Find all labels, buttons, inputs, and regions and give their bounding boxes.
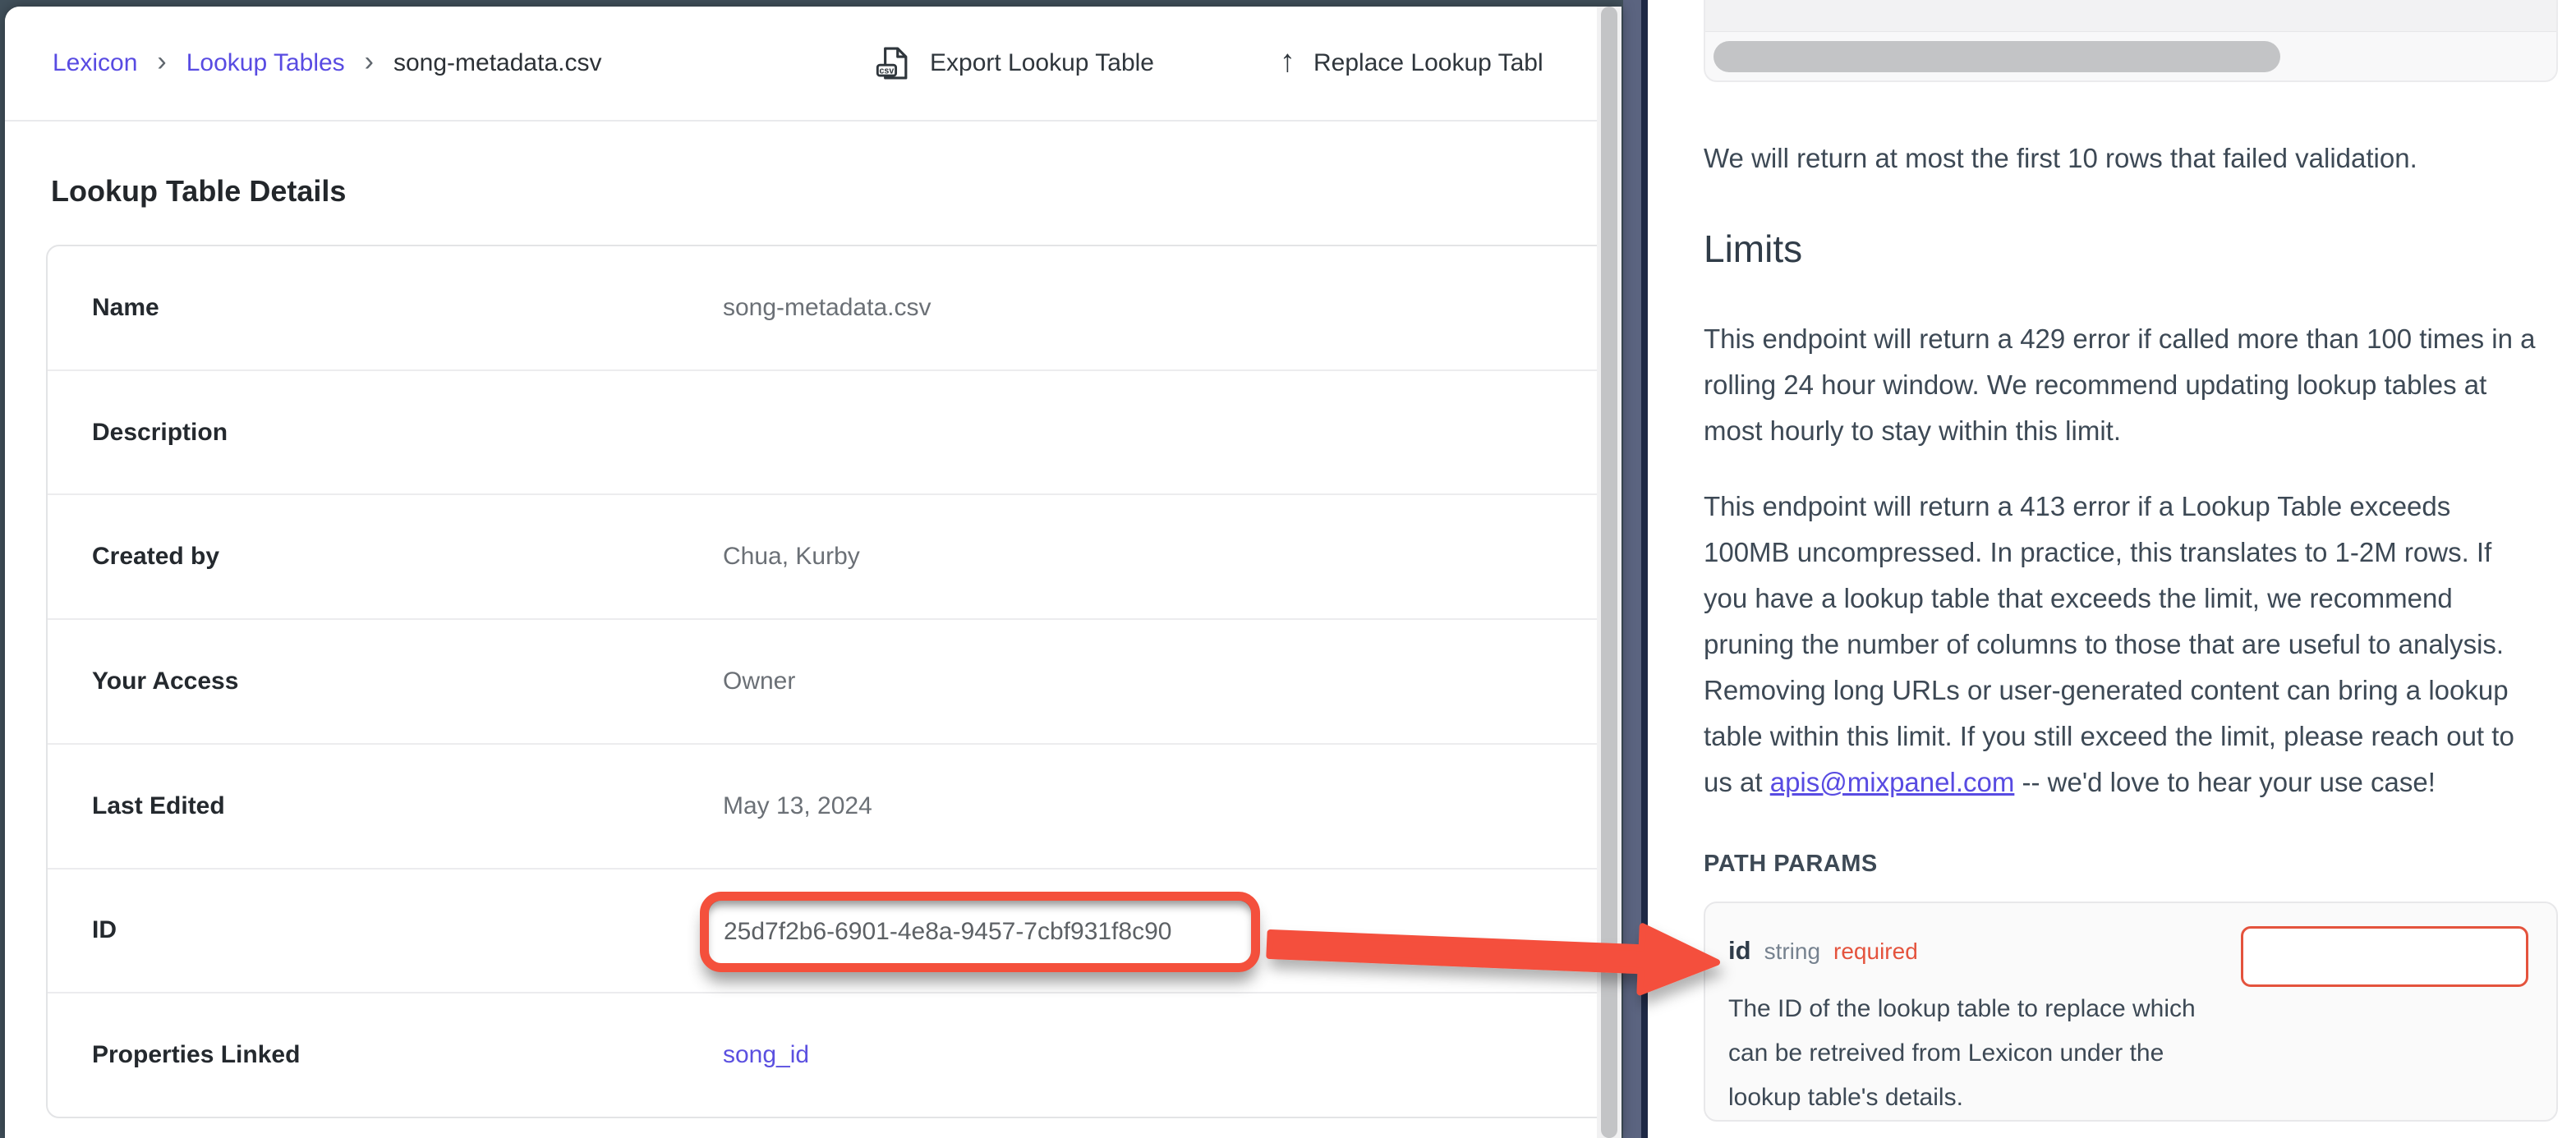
- horizontal-scrollbar-thumb[interactable]: [1714, 41, 2280, 72]
- row-value: May 13, 2024: [723, 792, 872, 820]
- table-row-properties-linked: Properties Linked song_id: [48, 993, 1622, 1117]
- breadcrumb-lookup-tables-link[interactable]: Lookup Tables: [186, 49, 345, 77]
- table-row-your-access: Your Access Owner: [48, 620, 1622, 745]
- desktop-gap-strip: [1623, 0, 1641, 1138]
- scroll-container-top-band: [1705, 0, 2556, 32]
- table-row-name: Name song-metadata.csv: [48, 246, 1622, 371]
- api-docs-window: We will return at most the first 10 rows…: [1648, 0, 2576, 1138]
- row-value: Chua, Kurby: [723, 543, 860, 571]
- lookup-table-details-card: Name song-metadata.csv Description Creat…: [46, 245, 1622, 1118]
- upload-arrow-icon: ↑: [1280, 44, 1295, 80]
- export-button-label: Export Lookup Table: [930, 49, 1154, 77]
- row-label: Your Access: [92, 668, 238, 695]
- csv-file-icon: csv: [874, 44, 912, 82]
- limits-heading: Limits: [1704, 227, 1802, 271]
- desktop: { "left_window": { "breadcrumb": { "sepa…: [0, 0, 2576, 1138]
- breadcrumb: Lexicon › Lookup Tables › song-metadata.…: [53, 7, 601, 120]
- header-divider: [5, 120, 1622, 122]
- replace-button-label: Replace Lookup Tabl: [1313, 49, 1543, 77]
- song-id-property-link[interactable]: song_id: [723, 1041, 809, 1069]
- limits-paragraph-413-tail: -- we'd love to hear your use case!: [2014, 767, 2436, 797]
- param-name-row: id string required: [1728, 936, 1918, 966]
- param-description: The ID of the lookup table to replace wh…: [1728, 987, 2221, 1120]
- apis-mixpanel-email-link[interactable]: apis@mixpanel.com: [1770, 767, 2015, 797]
- id-highlight-box: 25d7f2b6-6901-4e8a-9457-7cbf931f8c90: [700, 892, 1260, 972]
- breadcrumb-current-file: song-metadata.csv: [393, 49, 601, 77]
- table-row-created-by: Created by Chua, Kurby: [48, 495, 1622, 620]
- vertical-scrollbar-thumb[interactable]: [1601, 7, 1617, 1138]
- row-label: Last Edited: [92, 792, 225, 820]
- vertical-scrollbar-track: [1597, 7, 1622, 1138]
- row-value: Owner: [723, 668, 795, 695]
- row-label: Created by: [92, 543, 219, 571]
- param-required-badge: required: [1833, 938, 1918, 965]
- id-value: 25d7f2b6-6901-4e8a-9457-7cbf931f8c90: [709, 901, 1251, 963]
- row-label: Name: [92, 294, 159, 322]
- code-sample-scroll-container: [1704, 0, 2558, 82]
- row-label: Description: [92, 419, 228, 447]
- id-param-input[interactable]: [2241, 926, 2528, 987]
- breadcrumb-lexicon-link[interactable]: Lexicon: [53, 49, 137, 77]
- row-label: ID: [92, 916, 117, 944]
- param-name: id: [1728, 936, 1751, 966]
- export-lookup-table-button[interactable]: csv Export Lookup Table: [874, 7, 1154, 120]
- limits-paragraph-429: This endpoint will return a 429 error if…: [1704, 316, 2537, 454]
- validation-note-text: We will return at most the first 10 rows…: [1704, 135, 2576, 181]
- table-row-last-edited: Last Edited May 13, 2024: [48, 745, 1622, 870]
- breadcrumb-separator-icon: ›: [365, 48, 374, 76]
- param-type: string: [1764, 938, 1820, 965]
- table-row-description: Description: [48, 371, 1622, 496]
- limits-paragraph-413: This endpoint will return a 413 error if…: [1704, 484, 2537, 805]
- id-param-card: id string required The ID of the lookup …: [1704, 902, 2558, 1122]
- row-value: song-metadata.csv: [723, 294, 931, 322]
- path-params-heading: PATH PARAMS: [1704, 851, 1878, 878]
- replace-lookup-table-button[interactable]: ↑ Replace Lookup Tabl: [1280, 7, 1543, 120]
- row-label: Properties Linked: [92, 1041, 300, 1069]
- right-window-edge-strip: [1641, 0, 1648, 1138]
- lexicon-header: Lexicon › Lookup Tables › song-metadata.…: [5, 7, 1622, 120]
- limits-paragraph-413-text: This endpoint will return a 413 error if…: [1704, 491, 2514, 797]
- breadcrumb-separator-icon: ›: [157, 48, 166, 76]
- page-title: Lookup Table Details: [51, 174, 346, 209]
- svg-text:csv: csv: [880, 66, 895, 76]
